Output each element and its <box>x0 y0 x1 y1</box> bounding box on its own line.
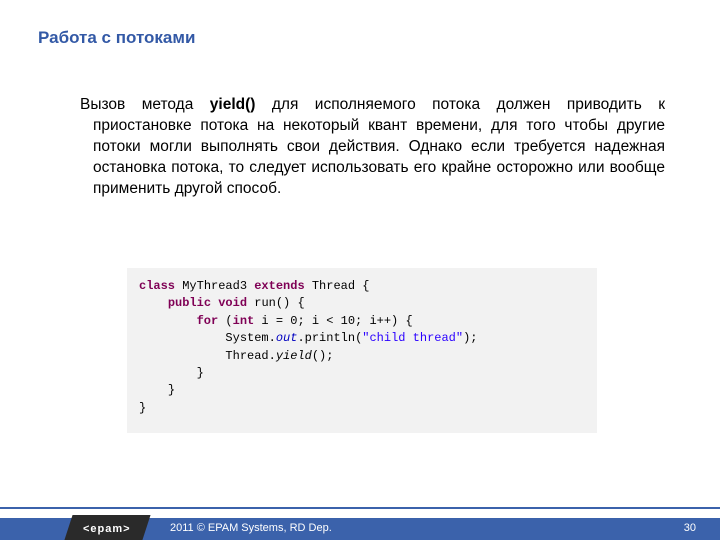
kw-void: void <box>218 296 247 310</box>
fld-out: out <box>276 331 298 345</box>
footer: <epam> 2011 © EPAM Systems, RD Dep. 30 <box>0 507 720 540</box>
kw-int: int <box>233 314 255 328</box>
str-literal: "child thread" <box>362 331 463 345</box>
slide-title: Работа с потоками <box>38 28 195 48</box>
slide: Работа с потоками Вызов метода yield() д… <box>0 0 720 540</box>
kw-class: class <box>139 279 175 293</box>
paragraph-bold: yield() <box>210 96 256 113</box>
code-content: class MyThread3 extends Thread { public … <box>139 278 585 417</box>
kw-public: public <box>168 296 211 310</box>
kw-extends: extends <box>254 279 304 293</box>
page-number: 30 <box>684 522 696 534</box>
paragraph-prefix: Вызов метода <box>80 96 210 113</box>
mth-yield: yield <box>276 349 312 363</box>
paragraph: Вызов метода yield() для исполняемого по… <box>80 95 665 200</box>
kw-for: for <box>197 314 219 328</box>
footer-bar: <epam> 2011 © EPAM Systems, RD Dep. 30 <box>0 518 720 540</box>
logo-text: <epam> <box>83 523 131 535</box>
code-block: class MyThread3 extends Thread { public … <box>127 268 597 433</box>
logo: <epam> <box>63 515 150 540</box>
footer-divider <box>0 507 720 509</box>
copyright: 2011 © EPAM Systems, RD Dep. <box>170 522 332 534</box>
